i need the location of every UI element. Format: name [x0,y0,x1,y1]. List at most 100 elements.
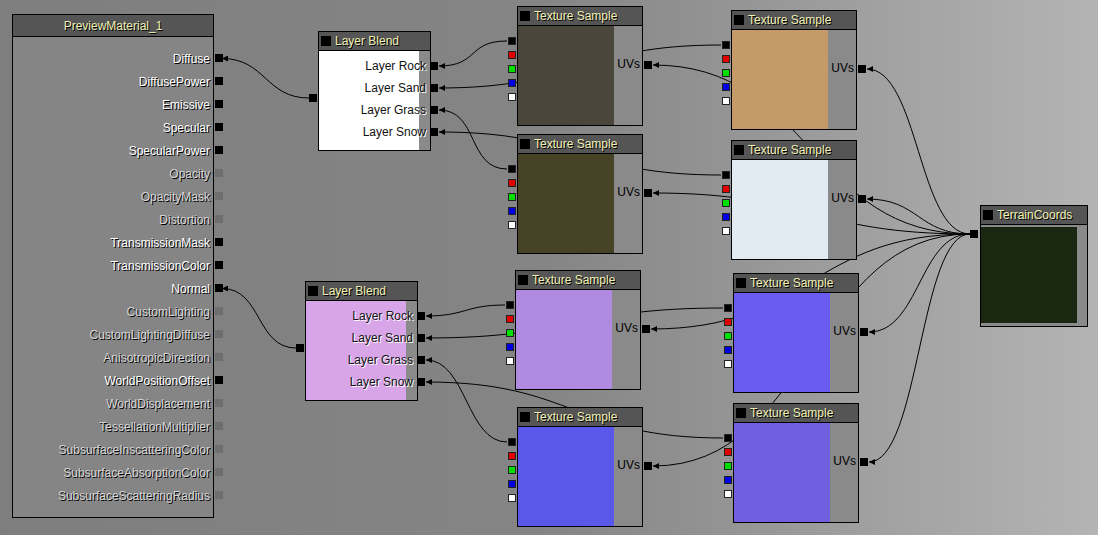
output-connector[interactable] [722,213,730,221]
layer-connector[interactable] [430,128,438,136]
output-connector[interactable] [508,37,516,45]
output-connector[interactable] [508,466,516,474]
texture-sample-node[interactable]: Texture SampleUVs [515,270,641,390]
uvs-connector[interactable] [644,61,652,69]
material-input-connector[interactable] [215,192,223,200]
output-connector[interactable] [724,304,732,312]
material-input-connector[interactable] [215,238,223,246]
node-title-bar[interactable]: Texture Sample [731,140,857,160]
layer-connector[interactable] [430,84,438,92]
material-node[interactable]: PreviewMaterial_1DiffuseDiffusePowerEmis… [12,14,214,518]
texture-sample-node[interactable]: Texture SampleUVs [517,407,643,527]
uvs-connector[interactable] [858,195,866,203]
output-connector[interactable] [506,301,514,309]
material-input-connector[interactable] [215,100,223,108]
material-input-connector[interactable] [215,330,223,338]
texture-sample-node[interactable]: Texture SampleUVs [517,6,643,126]
output-connector[interactable] [724,490,732,498]
output-connector[interactable] [508,207,516,215]
material-input-connector[interactable] [215,123,223,131]
material-title-bar[interactable]: PreviewMaterial_1 [13,15,213,37]
uvs-connector[interactable] [858,65,866,73]
uvs-connector[interactable] [860,458,868,466]
output-connector[interactable] [722,69,730,77]
material-input-connector[interactable] [215,422,223,430]
output-connector[interactable] [724,360,732,368]
node-title-bar[interactable]: Texture Sample [515,270,641,290]
material-input-connector[interactable] [215,376,223,384]
node-title-bar[interactable]: Texture Sample [733,273,859,293]
texture-sample-node[interactable]: Texture SampleUVs [731,10,857,130]
output-connector[interactable] [508,494,516,502]
material-input-connector[interactable] [215,54,223,62]
uvs-connector[interactable] [860,328,868,336]
material-input-connector[interactable] [215,491,223,499]
texture-sample-node[interactable]: Texture SampleUVs [517,134,643,254]
output-connector[interactable] [506,343,514,351]
node-title-bar[interactable]: TerrainCoords [980,205,1088,225]
output-connector[interactable] [722,55,730,63]
texture-sample-node[interactable]: Texture SampleUVs [733,273,859,393]
output-connector[interactable] [508,165,516,173]
blend-output-connector[interactable] [309,94,317,102]
node-title-bar[interactable]: Texture Sample [731,10,857,30]
output-connector[interactable] [508,79,516,87]
material-input-connector[interactable] [215,353,223,361]
layer-blend-node[interactable]: Layer BlendLayer RockLayer SandLayer Gra… [305,281,418,401]
material-input-connector[interactable] [215,399,223,407]
output-connector[interactable] [724,332,732,340]
output-connector[interactable] [724,448,732,456]
uvs-connector[interactable] [644,189,652,197]
output-connector[interactable] [508,221,516,229]
output-connector[interactable] [508,438,516,446]
output-connector[interactable] [722,185,730,193]
output-connector[interactable] [722,97,730,105]
material-input-connector[interactable] [215,284,223,292]
uvs-connector[interactable] [642,325,650,333]
material-input-connector[interactable] [215,169,223,177]
node-title-bar[interactable]: Texture Sample [733,403,859,423]
output-connector[interactable] [722,41,730,49]
node-title-bar[interactable]: Texture Sample [517,407,643,427]
material-input-connector[interactable] [215,307,223,315]
output-connector[interactable] [508,65,516,73]
layer-connector[interactable] [417,312,425,320]
node-title-bar[interactable]: Layer Blend [305,281,418,301]
terrain-coords-node[interactable]: TerrainCoords [980,205,1088,327]
output-connector[interactable] [724,318,732,326]
material-input-connector[interactable] [215,77,223,85]
output-connector[interactable] [506,329,514,337]
material-editor-canvas[interactable]: PreviewMaterial_1DiffuseDiffusePowerEmis… [0,0,1098,535]
output-connector[interactable] [508,452,516,460]
material-input-connector[interactable] [215,445,223,453]
output-connector[interactable] [724,434,732,442]
output-connector[interactable] [508,480,516,488]
layer-connector[interactable] [430,62,438,70]
layer-connector[interactable] [417,356,425,364]
layer-connector[interactable] [430,106,438,114]
material-input-connector[interactable] [215,215,223,223]
layer-connector[interactable] [417,378,425,386]
node-title-bar[interactable]: Texture Sample [517,6,643,26]
uvs-connector[interactable] [644,462,652,470]
layer-connector[interactable] [417,334,425,342]
output-connector[interactable] [724,462,732,470]
output-connector[interactable] [508,93,516,101]
material-input-connector[interactable] [215,146,223,154]
output-connector[interactable] [508,179,516,187]
node-title-bar[interactable]: Texture Sample [517,134,643,154]
material-input-connector[interactable] [215,468,223,476]
output-connector[interactable] [724,346,732,354]
output-connector[interactable] [722,227,730,235]
blend-output-connector[interactable] [296,344,304,352]
output-connector[interactable] [508,51,516,59]
output-connector[interactable] [506,357,514,365]
material-input-connector[interactable] [215,261,223,269]
output-connector[interactable] [724,476,732,484]
output-connector[interactable] [506,315,514,323]
output-connector[interactable] [722,199,730,207]
texture-sample-node[interactable]: Texture SampleUVs [733,403,859,523]
texture-sample-node[interactable]: Texture SampleUVs [731,140,857,260]
terrain-output-connector[interactable] [970,230,978,238]
layer-blend-node[interactable]: Layer BlendLayer RockLayer SandLayer Gra… [318,31,431,151]
